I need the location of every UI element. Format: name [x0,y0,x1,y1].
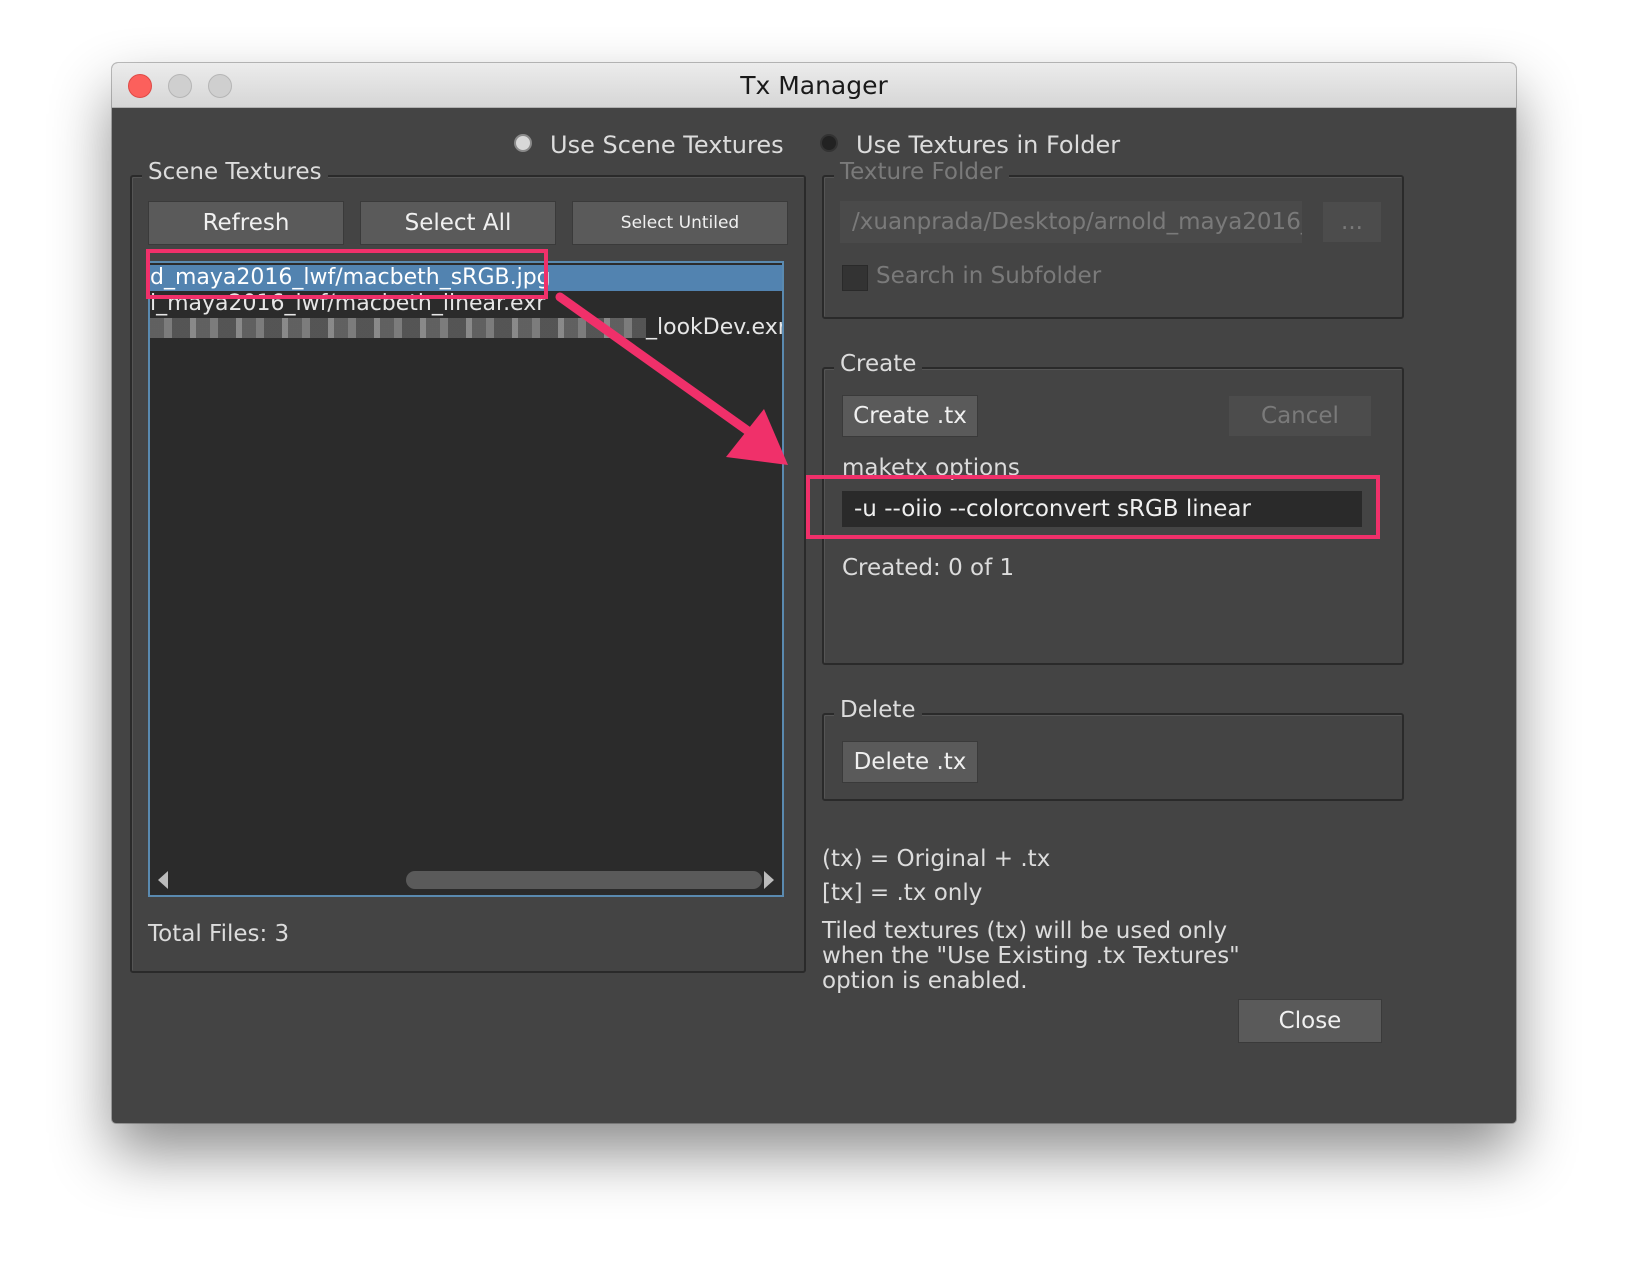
scroll-right-icon[interactable] [764,871,774,889]
annotation-highlight-maketx-options [806,475,1380,539]
radio-label: Use Textures in Folder [856,131,1121,159]
group-title: Scene Textures [142,159,328,185]
horizontal-scrollbar[interactable] [150,865,782,895]
search-subfolder-label: Search in Subfolder [876,263,1102,289]
browse-folder-button[interactable]: ... [1322,201,1382,243]
delete-tx-button[interactable]: Delete .tx [842,741,978,783]
texture-folder-group: Texture Folder /xuanprada/Desktop/arnold… [822,159,1404,319]
group-title: Texture Folder [834,159,1009,185]
search-subfolder-checkbox[interactable] [842,265,868,291]
window-title: Tx Manager [740,71,888,100]
radio-unselected-icon [820,134,838,152]
radio-label: Use Scene Textures [550,131,784,159]
scroll-left-icon[interactable] [158,871,168,889]
title-bar: Tx Manager [112,63,1516,108]
group-title: Create [834,351,923,377]
total-files-label: Total Files: 3 [148,921,290,947]
created-status-label: Created: 0 of 1 [842,555,1015,581]
cancel-button[interactable]: Cancel [1228,395,1372,437]
close-button[interactable]: Close [1238,999,1382,1043]
radio-selected-icon [514,134,532,152]
delete-group: Delete Delete .tx [822,697,1404,801]
select-untiled-button[interactable]: Select Untiled [572,201,788,245]
info-tx-original: (tx) = Original + .tx [822,846,1051,872]
tx-manager-window: Tx Manager Use Scene Textures Use Textur… [112,63,1516,1123]
group-title: Delete [834,697,922,723]
info-tx-only: [tx] = .tx only [822,880,983,906]
annotation-highlight-selected-file [146,249,548,299]
texture-folder-path-field[interactable]: /xuanprada/Desktop/arnold_maya2016_lwf [840,201,1302,243]
refresh-button[interactable]: Refresh [148,201,344,245]
tiled-textures-note: Tiled textures (tx) will be used only wh… [822,918,1240,994]
create-tx-button[interactable]: Create .tx [842,395,978,437]
scrollbar-thumb[interactable] [406,871,762,889]
select-all-button[interactable]: Select All [360,201,556,245]
annotation-arrow-icon [555,292,788,465]
